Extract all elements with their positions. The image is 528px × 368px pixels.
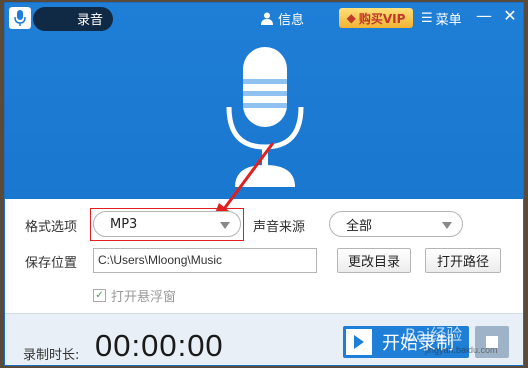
duration-label: 录制时长: (23, 348, 80, 363)
start-recording-button[interactable]: 开始录制 (343, 326, 469, 358)
change-directory-button[interactable]: 更改目录 (337, 248, 411, 273)
recording-bar: 录制时长: 00:00:00 开始录制 (5, 313, 523, 365)
format-label: 格式选项 (25, 220, 78, 235)
annotation-arrow (211, 142, 275, 223)
timer-display: 00:00:00 (95, 328, 224, 363)
chevron-down-icon (442, 222, 452, 229)
recorder-window: 录音 信息 ◆ 购买VIP ☰ 菜单 — ✕ 格式选项 MP3 声音来源 全部 … (4, 2, 524, 366)
play-icon (346, 329, 372, 355)
stop-button[interactable] (475, 326, 509, 358)
chevron-down-icon (220, 222, 230, 229)
format-select[interactable]: MP3 (93, 211, 241, 237)
source-select[interactable]: 全部 (329, 211, 463, 237)
save-path-field[interactable]: C:\Users\Mloong\Music (93, 248, 317, 273)
floating-window-checkbox[interactable]: ✓ 打开悬浮窗 (93, 286, 176, 305)
open-path-button[interactable]: 打开路径 (425, 248, 501, 273)
save-path-value: C:\Users\Mloong\Music (98, 253, 223, 267)
format-value: MP3 (110, 216, 138, 232)
stop-icon (486, 336, 498, 348)
checkmark-icon: ✓ (93, 289, 106, 302)
source-label: 声音来源 (253, 220, 306, 235)
save-location-label: 保存位置 (25, 256, 78, 271)
source-value: 全部 (346, 218, 373, 234)
floating-window-label: 打开悬浮窗 (111, 290, 177, 305)
start-recording-label: 开始录制 (382, 333, 454, 354)
header-panel: 录音 信息 ◆ 购买VIP ☰ 菜单 — ✕ (5, 3, 523, 223)
